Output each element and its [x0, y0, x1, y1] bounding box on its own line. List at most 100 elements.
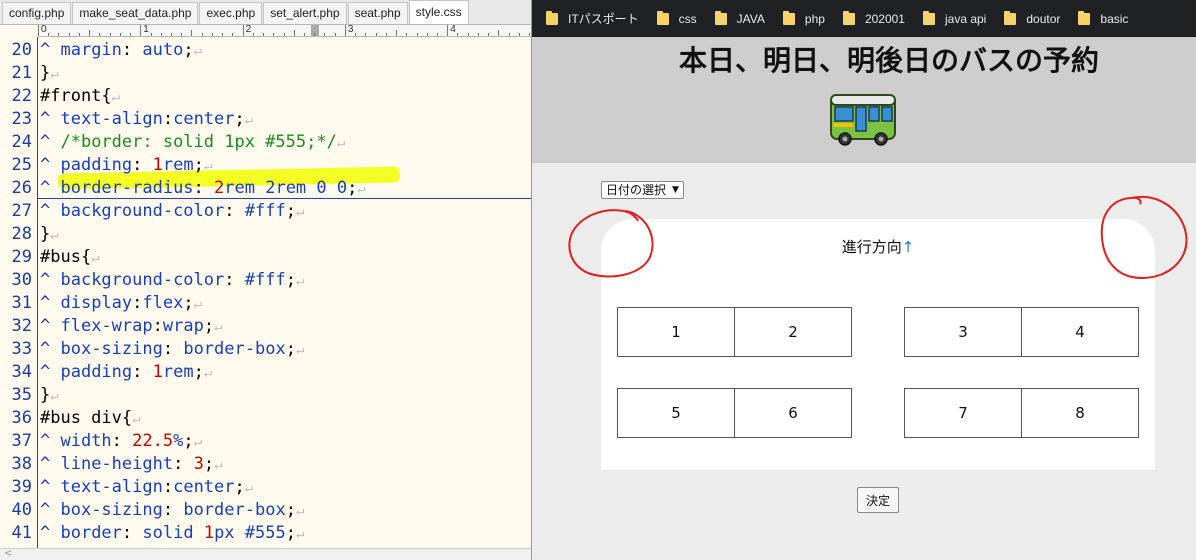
line-end-marker: ↵ [111, 89, 121, 105]
page-title: 本日、明日、明後日のバスの予約 [678, 44, 1099, 77]
ruler-tick [293, 30, 295, 36]
ruler-tick [48, 33, 50, 36]
code-token: : [224, 201, 245, 221]
css-value: % [173, 431, 184, 451]
folder-icon [656, 10, 669, 25]
ruler-tick [170, 33, 172, 36]
ruler-label: 2 [245, 25, 252, 35]
tab-marker: ^ [40, 500, 61, 520]
date-select-dropdown[interactable]: 日付の選択 ▼ [601, 181, 684, 199]
scroll-left-icon[interactable]: < [4, 548, 12, 559]
tab-style-css[interactable]: style.css [408, 0, 469, 24]
line-number: 41 [11, 523, 32, 543]
code-token: ; [193, 362, 204, 382]
tab-marker: ^ [40, 362, 61, 382]
tab-make-seat-data-php[interactable]: make_seat_data.php [72, 2, 199, 24]
bookmark-label: basic [1100, 11, 1129, 26]
line-number: 26 [11, 178, 32, 198]
code-line: ^ display:flex;↵ [40, 292, 202, 315]
code-token: : [162, 339, 184, 359]
bookmark-item[interactable]: ITパスポート [546, 10, 639, 27]
tab-marker: ^ [40, 178, 61, 198]
code-line: ^ box-sizing: border-box;↵ [40, 338, 304, 361]
ruler-tick [488, 33, 490, 36]
css-value: #fff [244, 201, 286, 221]
submit-button[interactable]: 決定 [857, 487, 899, 513]
seat-8[interactable]: 8 [1021, 388, 1139, 438]
line-number: 23 [11, 109, 32, 129]
line-end-marker: ↵ [244, 480, 254, 496]
bookmark-label: 202001 [864, 11, 905, 26]
seat-4[interactable]: 4 [1021, 307, 1139, 357]
line-number: 30 [11, 270, 32, 290]
code-token: ; [203, 454, 215, 474]
line-number-gutter: 20 21 22 23 24 25 26 27 28 29 30 31 32 33 34 35 36 37 38 39… [0, 37, 38, 548]
line-number: 29 [11, 247, 32, 267]
ruler-tick [263, 33, 265, 36]
ruler-tick [160, 33, 162, 36]
ruler-label: 3 [347, 25, 354, 35]
ruler-tick [396, 30, 398, 36]
seat-6[interactable]: 6 [734, 388, 852, 438]
ruler-tick [99, 33, 101, 36]
seat-3[interactable]: 3 [904, 307, 1022, 357]
ruler-tick [416, 33, 418, 36]
code-comment: /*border: solid 1px #555;*/ [60, 132, 337, 152]
bookmark-item[interactable]: JAVA [714, 10, 765, 26]
folder-icon [782, 10, 795, 25]
bookmark-label: java api [944, 11, 987, 26]
seat-7[interactable]: 7 [904, 388, 1022, 438]
bookmark-item[interactable]: 202001 [842, 10, 905, 26]
code-line: ^ text-align:center;↵ [40, 476, 253, 499]
line-number: 38 [11, 454, 32, 474]
tab-seat-php[interactable]: seat.php [347, 2, 408, 24]
ruler-tick [303, 33, 305, 36]
seat-1[interactable]: 1 [617, 307, 735, 357]
ruler-tick [447, 25, 449, 36]
ruler-tick [109, 33, 111, 36]
code-token: ; [285, 500, 296, 520]
tab-marker: ^ [40, 316, 61, 336]
ruler-tick [334, 33, 336, 36]
code-token: } [40, 224, 51, 244]
column-ruler: 0 1 2 3 4 [38, 25, 531, 37]
ruler-label: 0 [41, 25, 47, 35]
browser-window: ITパスポート css JAVA php 202001 java api doutor bas… [532, 0, 1196, 560]
css-value: rem [162, 362, 194, 382]
bookmark-item[interactable]: css [656, 10, 697, 26]
bookmark-item[interactable]: basic [1078, 10, 1129, 26]
css-value: flex [142, 293, 184, 313]
line-number: 28 [11, 224, 32, 244]
code-line: }↵ [40, 62, 59, 85]
line-number: 21 [11, 63, 32, 83]
code-token: ; [234, 109, 245, 129]
code-area[interactable]: ^ margin: auto;↵}↵ #front{↵ ^ text-align:c… [38, 37, 531, 548]
code-token: : [132, 293, 143, 313]
line-end-marker: ↵ [50, 66, 59, 82]
line-end-marker: ↵ [336, 135, 346, 151]
tab-config-php[interactable]: config.php [2, 2, 72, 24]
line-end-marker: ↵ [91, 250, 100, 266]
code-token: ; [193, 155, 204, 175]
ruler-tick [232, 33, 234, 36]
ruler-tick [518, 33, 520, 36]
css-number: 2 [214, 178, 225, 198]
seat-2[interactable]: 2 [734, 307, 852, 357]
seat-5[interactable]: 5 [617, 388, 735, 438]
css-property: box-sizing [60, 339, 163, 359]
tab-set-alert-php[interactable]: set_alert.php [263, 2, 347, 24]
tab-exec-php[interactable]: exec.php [199, 2, 263, 24]
ruler-tick [498, 30, 500, 36]
line-number: 36 [11, 408, 32, 428]
bookmark-item[interactable]: php [782, 10, 825, 26]
folder-icon [1004, 10, 1017, 25]
bookmark-item[interactable]: doutor [1004, 10, 1060, 26]
tab-marker: ^ [40, 40, 61, 60]
code-line: ^ background-color: #fff;↵ [40, 200, 304, 223]
line-number: 37 [11, 431, 32, 451]
horizontal-scrollbar[interactable]: < [0, 548, 531, 560]
bookmark-item[interactable]: java api [922, 10, 987, 26]
css-property: padding [60, 155, 133, 175]
code-line: ^ width: 22.5%;↵ [40, 430, 202, 453]
css-property: background-color [60, 201, 225, 221]
